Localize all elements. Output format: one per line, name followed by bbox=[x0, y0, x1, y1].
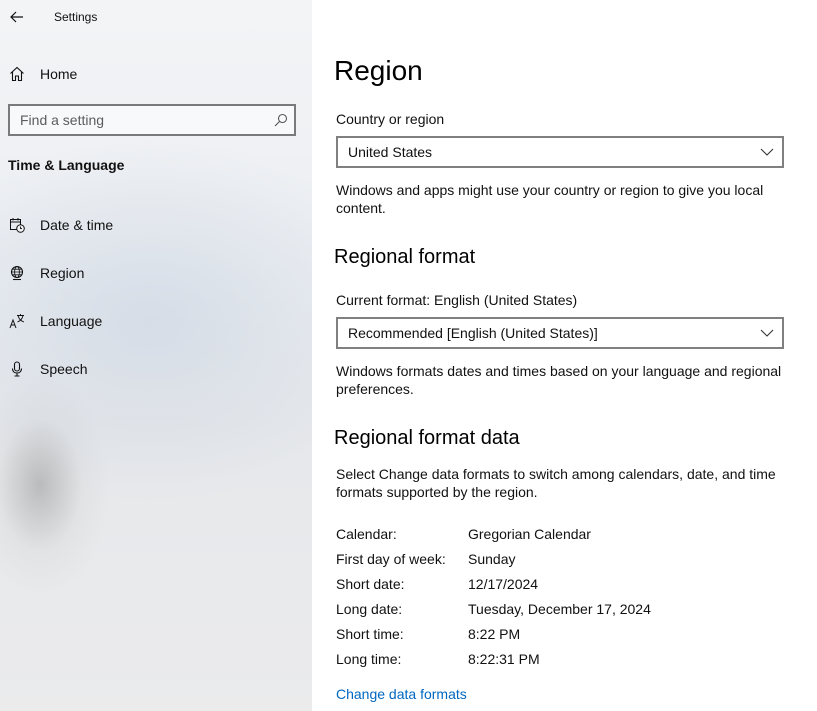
format-data-key: First day of week: bbox=[336, 551, 446, 567]
globe-icon bbox=[8, 264, 26, 282]
format-data-value: 12/17/2024 bbox=[468, 576, 539, 592]
sidebar-item-label: Home bbox=[40, 66, 78, 82]
country-label: Country or region bbox=[336, 111, 445, 127]
app-title: Settings bbox=[54, 10, 98, 24]
format-data-value: Gregorian Calendar bbox=[468, 526, 591, 542]
settings-window: Settings Home Time & Language bbox=[0, 0, 817, 711]
format-data-key: Calendar: bbox=[336, 526, 397, 542]
page-title: Region bbox=[334, 55, 423, 86]
language-icon bbox=[8, 312, 26, 330]
sidebar-item-label: Speech bbox=[40, 361, 88, 377]
sidebar-section-heading: Time & Language bbox=[8, 157, 125, 173]
format-data-key: Long time: bbox=[336, 651, 402, 667]
format-data-row: First day of week: Sunday bbox=[336, 551, 796, 571]
main-content: Region Country or region United States W… bbox=[312, 0, 817, 711]
format-data-value: 8:22 PM bbox=[468, 626, 521, 642]
title-bar: Settings bbox=[0, 0, 312, 34]
sidebar-item-label: Date & time bbox=[40, 217, 114, 233]
search-box bbox=[8, 104, 296, 136]
calendar-clock-icon bbox=[8, 216, 26, 234]
format-data-key: Short time: bbox=[336, 626, 404, 642]
format-data-key: Short date: bbox=[336, 576, 405, 592]
country-dropdown-value: United States bbox=[348, 144, 433, 160]
country-description: Windows and apps might use your country … bbox=[336, 182, 764, 216]
chevron-down-icon bbox=[760, 148, 774, 156]
sidebar-item-home[interactable]: Home bbox=[0, 58, 312, 90]
format-data-row: Short date: 12/17/2024 bbox=[336, 576, 796, 596]
format-data-row: Long time: 8:22:31 PM bbox=[336, 651, 796, 671]
home-icon bbox=[8, 65, 26, 83]
chevron-down-icon bbox=[760, 329, 774, 337]
sidebar-item-region[interactable]: Region bbox=[0, 256, 312, 290]
microphone-icon bbox=[8, 360, 26, 378]
search-input[interactable] bbox=[10, 106, 260, 134]
regional-format-dropdown-value: Recommended [English (United States)] bbox=[348, 325, 598, 341]
current-format-label: Current format: English (United States) bbox=[336, 292, 578, 308]
sidebar-item-date-time[interactable]: Date & time bbox=[0, 208, 312, 242]
search-icon[interactable] bbox=[274, 113, 288, 127]
format-data-value: 8:22:31 PM bbox=[468, 651, 540, 667]
format-data-row: Calendar: Gregorian Calendar bbox=[336, 526, 796, 546]
sidebar: Settings Home Time & Language bbox=[0, 0, 312, 711]
format-data-heading: Regional format data bbox=[334, 427, 520, 449]
format-data-description: Select Change data formats to switch amo… bbox=[336, 466, 776, 500]
regional-format-description: Windows formats dates and times based on… bbox=[336, 363, 782, 397]
regional-format-dropdown[interactable]: Recommended [English (United States)] bbox=[336, 317, 784, 349]
sidebar-item-speech[interactable]: Speech bbox=[0, 352, 312, 386]
format-data-row: Long date: Tuesday, December 17, 2024 bbox=[336, 601, 796, 621]
country-dropdown[interactable]: United States bbox=[336, 136, 784, 168]
back-arrow-icon bbox=[10, 11, 23, 23]
sidebar-item-label: Language bbox=[40, 313, 103, 329]
format-data-key: Long date: bbox=[336, 601, 403, 617]
sidebar-item-language[interactable]: Language bbox=[0, 304, 312, 338]
format-data-value: Tuesday, December 17, 2024 bbox=[468, 601, 651, 617]
change-data-formats-link[interactable]: Change data formats bbox=[336, 686, 467, 702]
format-data-row: Short time: 8:22 PM bbox=[336, 626, 796, 646]
regional-format-heading: Regional format bbox=[334, 246, 476, 268]
format-data-value: Sunday bbox=[468, 551, 516, 567]
back-button[interactable] bbox=[2, 2, 32, 32]
sidebar-item-label: Region bbox=[40, 265, 85, 281]
